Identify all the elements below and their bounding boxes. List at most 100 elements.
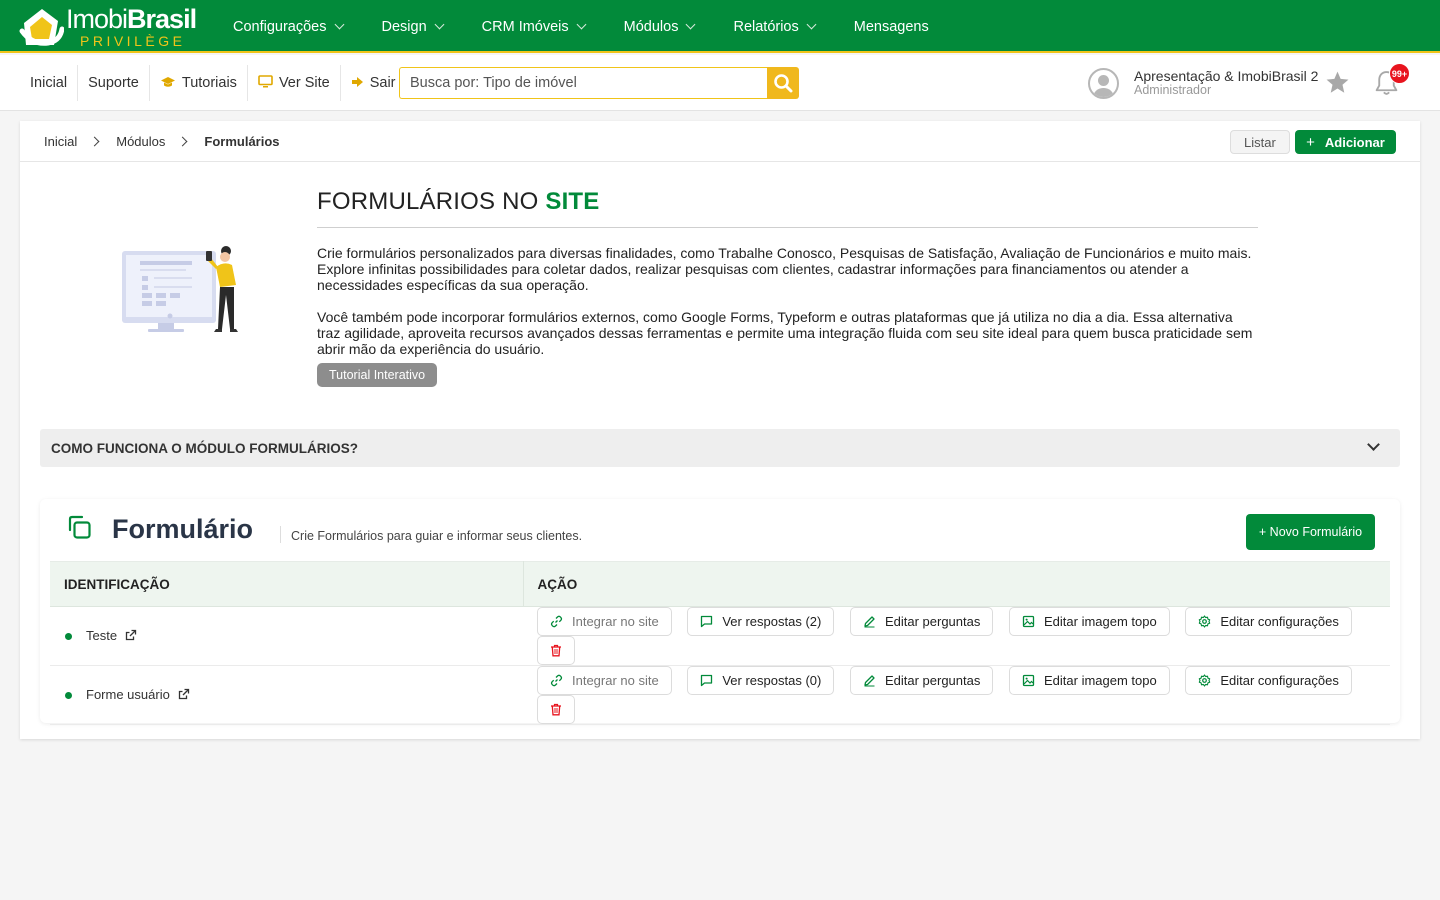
logo-name-bold: Brasil [127,4,197,34]
logo-tagline: PRIVILÈGE [80,33,186,49]
breadcrumb-inicial[interactable]: Inicial [44,134,77,149]
link-label: Inicial [30,75,68,91]
link-label: Tutoriais [181,75,237,91]
link-tutoriais[interactable]: Tutoriais [150,65,248,101]
status-dot [65,633,72,641]
breadcrumb-current: Formulários [204,133,280,149]
forms-panel-title: Formulário [112,514,254,544]
avatar [1088,67,1119,99]
button-label: Editar imagem topo [1044,614,1157,629]
table-row: Teste Integrar no site Ver respostas (2)… [50,606,1390,666]
view-responses-button[interactable]: Ver respostas (0) [687,666,835,695]
gear-icon [1199,615,1211,628]
monitor-icon [258,75,273,91]
link-label: Ver Site [278,75,330,91]
button-label: Integrar no site [572,673,659,688]
page-title-plain: FORMULÁRIOS NO [317,188,546,215]
edit-questions-button[interactable]: Editar perguntas [849,607,994,636]
link-sair[interactable]: Sair [341,65,406,101]
link-suporte[interactable]: Suporte [78,65,150,101]
nav-label: Configurações [233,18,327,35]
plus-icon: + [1306,133,1315,151]
image-icon [1022,615,1035,628]
search-icon [774,74,793,93]
tutorial-button[interactable]: Tutorial Interativo [317,363,438,387]
chevron-down-icon [434,19,445,30]
edit-top-image-button[interactable]: Editar imagem topo [1009,666,1170,695]
external-link-icon[interactable] [125,629,137,644]
logo-name-light: Imobi [66,4,128,34]
search-input[interactable] [399,67,767,99]
edit-settings-button[interactable]: Editar configurações [1185,607,1352,636]
user-menu[interactable]: Apresentação & ImobiBrasil 2 Administrad… [1088,66,1318,100]
button-label: Ver respostas (0) [722,673,822,688]
nav-design[interactable]: Design [382,19,445,35]
table-row: Forme usuário Integrar no site Ver respo… [50,665,1390,725]
add-button[interactable]: + Adicionar [1295,130,1396,154]
external-link-icon[interactable] [178,688,190,703]
user-role: Administrador [1134,82,1212,97]
integrate-site-button[interactable]: Integrar no site [537,607,672,636]
chevron-down-icon [576,19,587,30]
nav-mensagens[interactable]: Mensagens [854,19,929,35]
nav-relatorios[interactable]: Relatórios [733,19,817,35]
forms-illustration [120,245,245,338]
graduation-cap-icon [160,76,176,91]
page-title-accent: SITE [545,188,600,215]
link-label: Sair [369,75,396,91]
nav-label: Módulos [623,18,679,35]
link-icon [550,674,563,687]
button-label: Editar configurações [1220,614,1339,629]
chevron-right-icon [177,136,188,146]
intro-paragraph-1: Crie formulários personalizados para div… [317,245,1252,293]
nav-crm-imoveis[interactable]: CRM Imóveis [482,19,587,35]
favorites-star-icon[interactable] [1325,70,1350,98]
nav-label: Mensagens [853,18,929,35]
top-navbar: ImobiBrasil PRIVILÈGE Configurações Desi… [0,0,1440,53]
view-responses-button[interactable]: Ver respostas (2) [687,607,835,636]
link-inicial[interactable]: Inicial [20,65,79,101]
user-name: Apresentação & ImobiBrasil 2 [1134,68,1319,85]
delete-button[interactable] [537,636,575,665]
chevron-down-icon [806,19,817,30]
list-button[interactable]: Listar [1230,130,1290,154]
form-name: Teste [86,628,118,643]
delete-button[interactable] [537,695,575,724]
nav-modulos[interactable]: Módulos [623,18,696,35]
search-button[interactable] [767,67,799,99]
button-label: Ver respostas (2) [722,614,822,629]
integrate-site-button[interactable]: Integrar no site [537,666,672,695]
intro-paragraph-2: Você também pode incorporar formulários … [317,309,1253,357]
link-ver-site[interactable]: Ver Site [248,65,341,101]
edit-top-image-button[interactable]: Editar imagem topo [1009,607,1170,636]
link-icon [550,615,563,628]
sign-out-icon [351,76,364,91]
message-square-icon [701,615,713,628]
new-form-button[interactable]: + Novo Formulário [1246,514,1375,550]
image-icon [1022,674,1035,687]
logo-mark-icon [18,5,65,49]
chevron-down-icon [686,19,696,30]
pencil-icon [864,616,875,628]
add-button-label: Adicionar [1324,134,1385,150]
title-divider [280,526,281,543]
chevron-down-icon [1367,438,1380,451]
button-label: Editar perguntas [884,614,981,629]
forms-panel: Formulário Crie Formulários para guiar e… [40,499,1400,725]
trash-icon [551,644,561,657]
forms-panel-subtitle: Crie Formulários para guiar e informar s… [291,529,583,543]
how-it-works-accordion[interactable]: COMO FUNCIONA O MÓDULO FORMULÁRIOS? [40,429,1400,467]
chevron-right-icon [89,136,100,146]
edit-settings-button[interactable]: Editar configurações [1185,666,1352,695]
forms-table: IDENTIFICAÇÃO AÇÃO Teste Integrar no sit… [50,561,1390,725]
gear-icon [1199,674,1211,687]
form-name: Forme usuário [86,687,170,702]
edit-questions-button[interactable]: Editar perguntas [849,666,994,695]
column-header-action: AÇÃO [523,561,1390,607]
brand-logo[interactable]: ImobiBrasil PRIVILÈGE [18,4,198,50]
button-label: Editar imagem topo [1044,673,1157,688]
page-title: FORMULÁRIOS NO SITE [317,188,1258,228]
nav-configuracoes[interactable]: Configurações [233,18,344,35]
breadcrumb-modulos[interactable]: Módulos [116,134,165,149]
main-nav: Configurações Design CRM Imóveis Módulos… [233,0,968,53]
